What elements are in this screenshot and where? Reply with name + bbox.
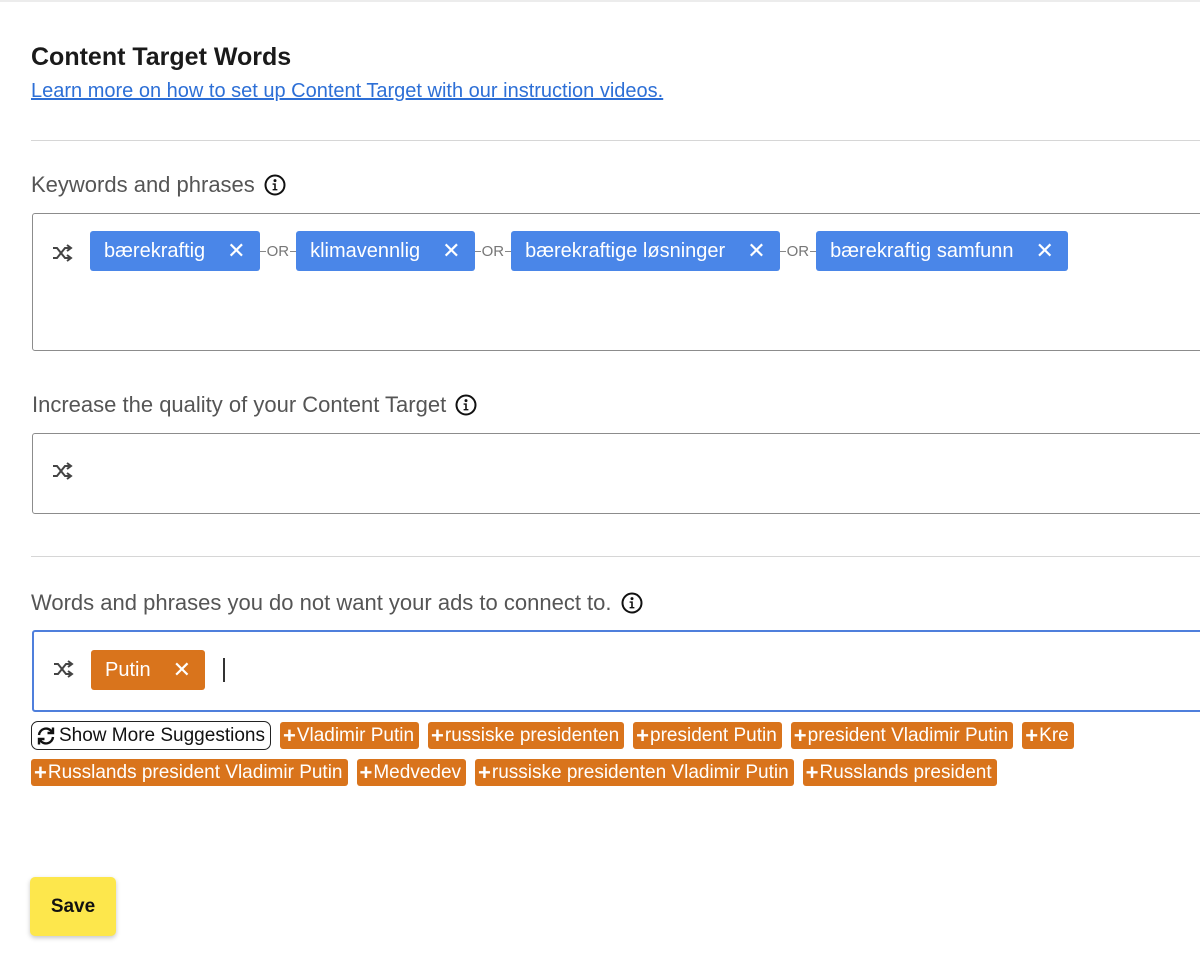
keywords-label-text: Keywords and phrases [31, 172, 255, 197]
negative-tag-label: Putin [105, 658, 151, 681]
suggestion-chip-label: russiske presidenten Vladimir Putin [491, 761, 789, 783]
suggestions-row: + Russlands president Vladimir Putin + Med… [31, 759, 1006, 786]
suggestion-chip[interactable]: + Russlands president [802, 759, 997, 786]
keyword-tag-label: bærekraftig [104, 239, 206, 262]
plus-icon: + [359, 759, 373, 785]
keyword-tag: bærekraftige løsninger ✕ [511, 231, 780, 271]
suggestion-chip[interactable]: + russiske presidenten Vladimir Putin [475, 759, 794, 786]
info-icon[interactable] [264, 174, 286, 196]
close-icon[interactable]: ✕ [1036, 238, 1054, 264]
page-title: Content Target Words [31, 43, 292, 71]
plus-icon: + [282, 722, 296, 748]
suggestion-chip-label: Russlands president [819, 761, 992, 783]
info-icon[interactable] [455, 394, 477, 416]
quality-input-box[interactable] [32, 433, 1200, 514]
suggestion-chip-label: president Putin [650, 724, 777, 746]
suggestion-chip-label: president Vladimir Putin [807, 724, 1009, 746]
quality-label-text: Increase the quality of your Content Tar… [32, 392, 447, 417]
instruction-videos-link[interactable]: Learn more on how to set up Content Targ… [31, 80, 663, 103]
plus-icon: + [478, 759, 491, 785]
suggestion-chip[interactable]: + Medvedev [356, 759, 467, 786]
keyword-tag: klimavennlig ✕ [296, 231, 475, 271]
plus-icon: + [793, 722, 807, 748]
info-icon[interactable] [621, 592, 643, 614]
keyword-tag: bærekraftig ✕ [90, 231, 260, 271]
close-icon[interactable]: ✕ [747, 238, 765, 264]
keywords-section-label: Keywords and phrases [31, 172, 286, 198]
negative-section-label: Words and phrases you do not want your a… [31, 590, 643, 616]
top-divider [0, 0, 1200, 2]
keywords-input-box[interactable]: bærekraftig ✕ OR klimavennlig ✕ OR bærek… [32, 213, 1200, 351]
negative-tag-list: Putin ✕ [91, 650, 225, 690]
close-icon[interactable]: ✕ [442, 238, 460, 264]
plus-icon: + [636, 722, 650, 748]
suggestion-chip[interactable]: + russiske presidenten [428, 722, 625, 749]
save-button[interactable]: Save [30, 877, 116, 936]
text-cursor[interactable] [223, 658, 225, 682]
shuffle-icon[interactable] [51, 244, 73, 262]
keyword-tag-list: bærekraftig ✕ OR klimavennlig ✕ OR bærek… [90, 231, 1068, 271]
suggestion-chip[interactable]: + president Vladimir Putin [790, 722, 1014, 749]
or-separator: OR [259, 242, 297, 260]
suggestion-chip[interactable]: + Russlands president Vladimir Putin [31, 759, 348, 786]
keyword-tag-label: bærekraftig samfunn [830, 239, 1014, 262]
suggestion-chip-label: Russlands president Vladimir Putin [47, 761, 343, 783]
keyword-tag-label: klimavennlig [310, 239, 421, 262]
suggestion-chip-label: russiske presidenten [444, 724, 620, 746]
close-icon[interactable]: ✕ [173, 657, 191, 683]
suggestion-chip[interactable]: + Kre [1022, 722, 1074, 749]
or-separator: OR [474, 242, 512, 260]
section-divider [31, 140, 1200, 141]
quality-section-label: Increase the quality of your Content Tar… [32, 392, 477, 418]
plus-icon: + [805, 759, 819, 785]
show-more-suggestions-button[interactable]: Show More Suggestions [31, 721, 271, 750]
plus-icon: + [431, 722, 444, 748]
negative-input-box[interactable]: Putin ✕ [32, 630, 1200, 712]
plus-icon: + [1025, 722, 1039, 748]
refresh-icon [35, 726, 57, 746]
suggestion-chip[interactable]: + Vladimir Putin [279, 722, 420, 749]
keyword-tag: bærekraftig samfunn ✕ [816, 231, 1068, 271]
suggestion-chip-label: Medvedev [373, 761, 462, 783]
suggestion-chip[interactable]: + president Putin [633, 722, 782, 749]
shuffle-icon[interactable] [51, 462, 73, 480]
section-divider [31, 556, 1200, 557]
suggestion-chip-label: Kre [1039, 724, 1069, 746]
suggestion-chip-label: Vladimir Putin [296, 724, 415, 746]
or-separator-text: OR [481, 242, 505, 260]
negative-tag: Putin ✕ [91, 650, 206, 690]
or-separator: OR [779, 242, 817, 260]
suggestions-row: Show More Suggestions + Vladimir Putin + r… [31, 721, 1083, 750]
close-icon[interactable]: ✕ [227, 238, 245, 264]
shuffle-icon[interactable] [52, 660, 74, 678]
show-more-label: Show More Suggestions [59, 724, 265, 746]
or-separator-text: OR [266, 242, 290, 260]
plus-icon: + [34, 759, 47, 785]
negative-label-text: Words and phrases you do not want your a… [31, 590, 612, 615]
or-separator-text: OR [786, 242, 810, 260]
keyword-tag-label: bærekraftige løsninger [525, 239, 726, 262]
